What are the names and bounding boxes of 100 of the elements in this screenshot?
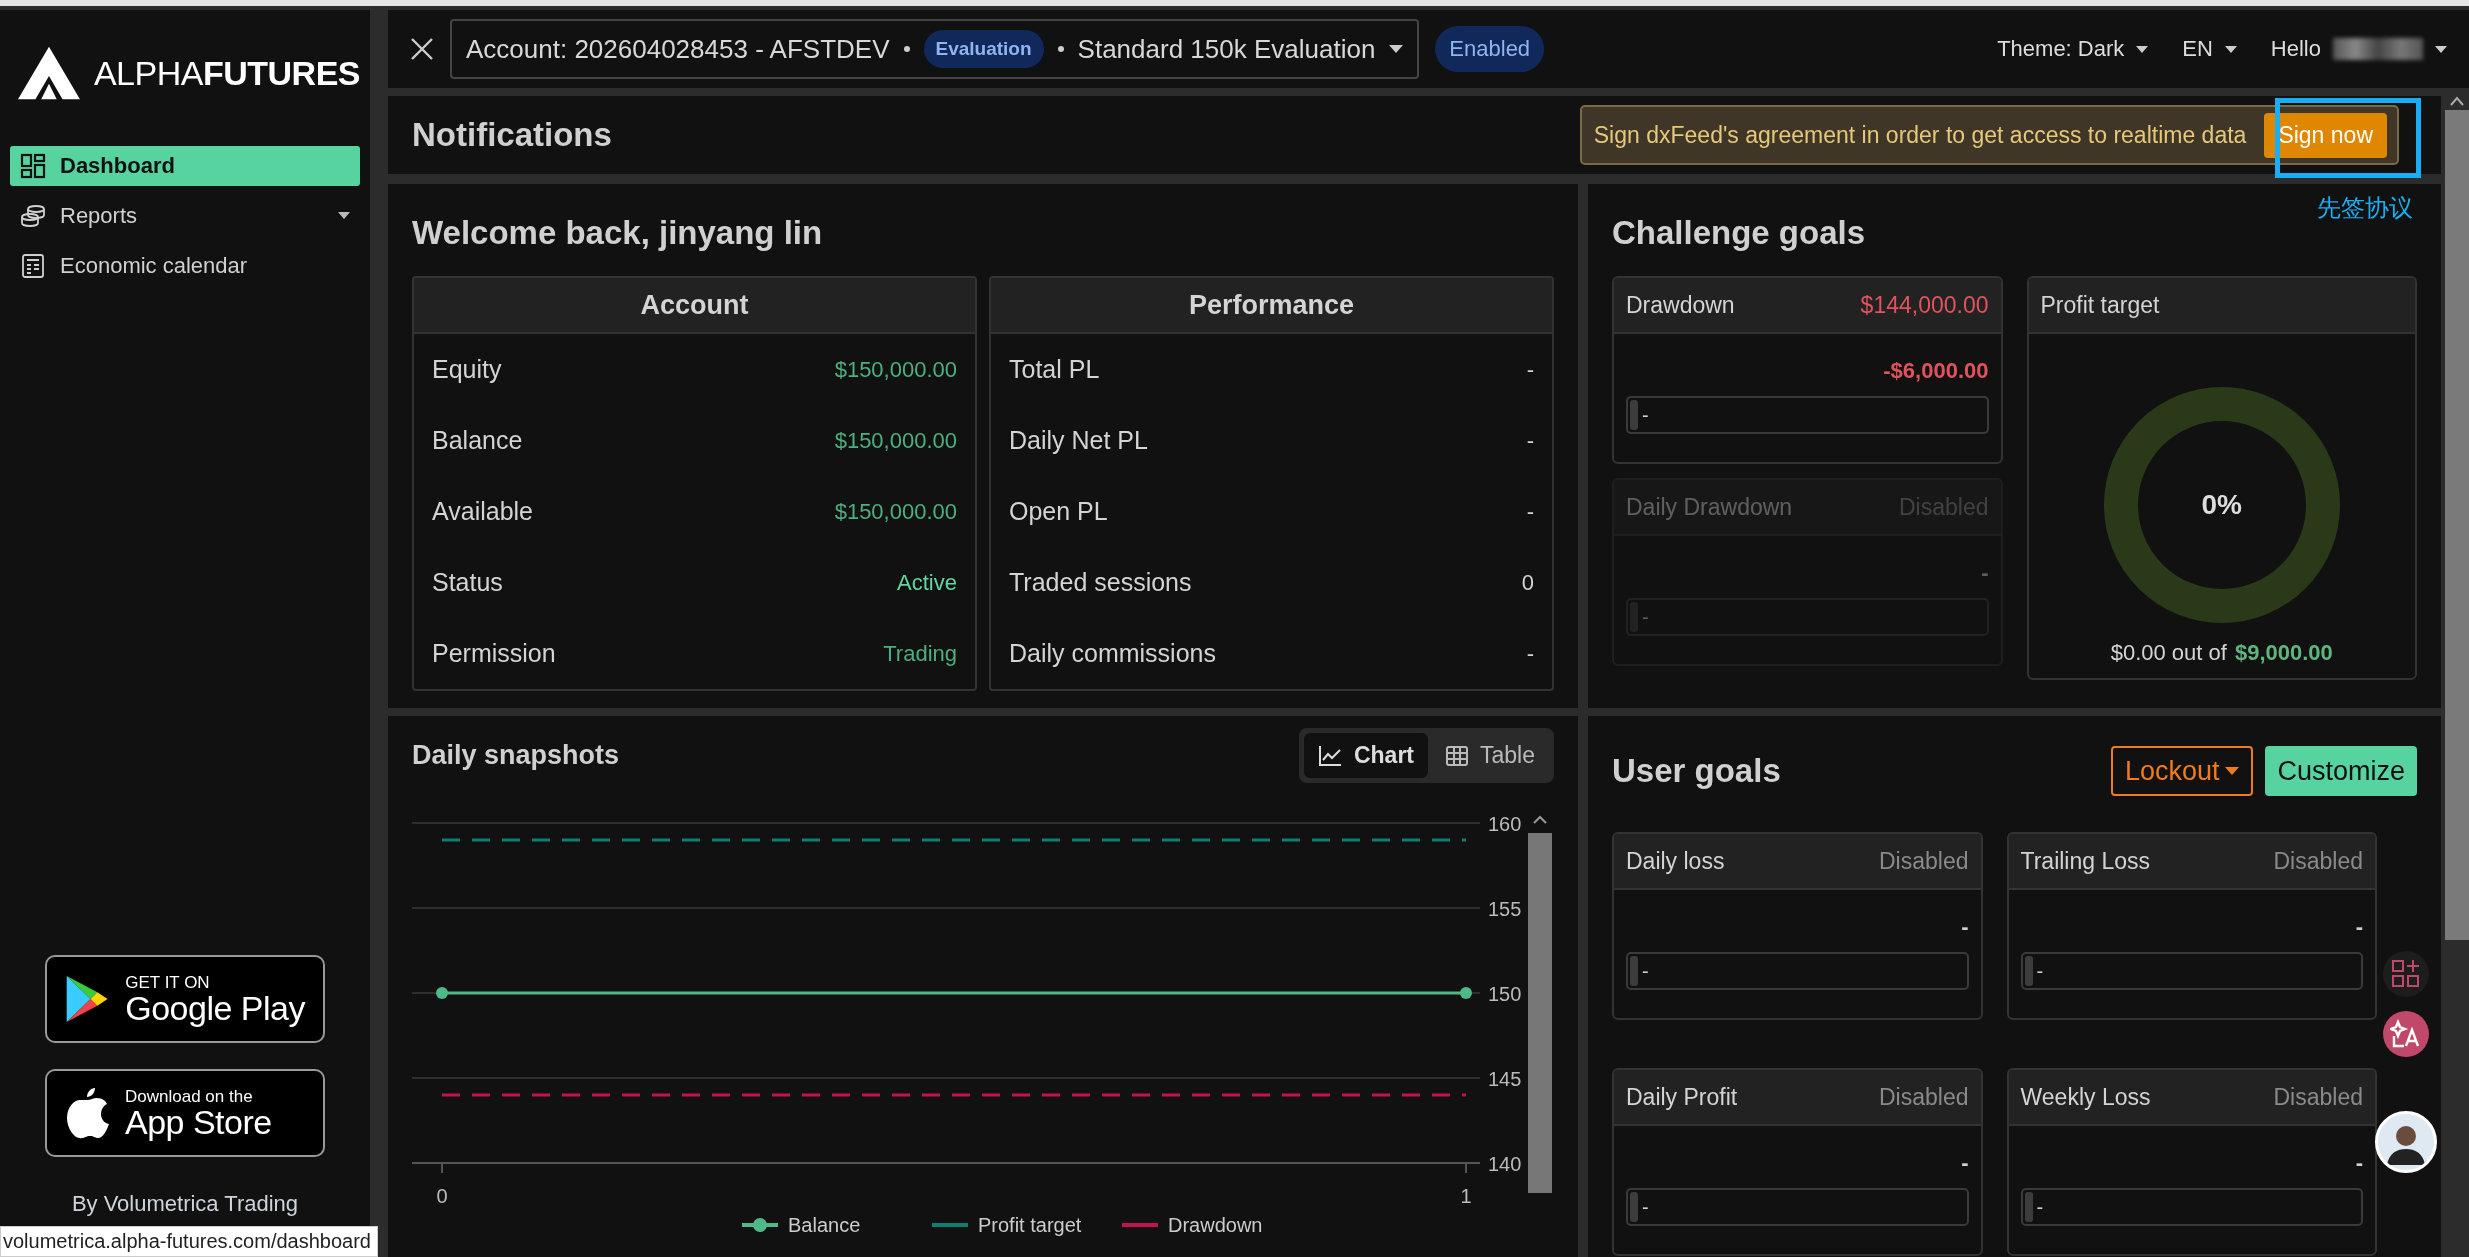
alert-message: Sign dxFeed's agreement in order to get access to realtime data [1593,121,2247,149]
row-value: - [1526,498,1534,525]
sidebar-item[interactable]: Reports [10,196,360,236]
caret-icon [338,212,350,220]
goal-name: Daily loss [1626,847,1725,875]
goal-status: Disabled [1879,1083,1969,1111]
store-caption: Download on the [125,1087,254,1105]
x-tick-label: 0 [436,1185,448,1207]
row-label: Equity [432,355,502,384]
apple-icon [65,1086,109,1140]
line-chart-icon [1317,744,1342,767]
data-point [1460,987,1472,999]
row-label: Permission [432,639,556,668]
row-label: Open PL [1009,497,1108,526]
caret-icon [2224,45,2237,53]
goal-name: Drawdown [1626,291,1735,319]
account-type-badge: Evaluation [923,30,1044,68]
dropdown-menu[interactable]: EN [2182,36,2237,62]
progress-text: - [2036,1195,2044,1219]
goal-value: -$6,000.00 [1883,358,1989,384]
row-label: Daily Net PL [1009,426,1148,455]
dropdown-menu[interactable]: Theme: Dark [1997,36,2149,62]
row-value: Trading [883,640,957,667]
scroll-up-icon[interactable] [2450,96,2464,106]
goal-status: Disabled [1879,847,1969,875]
sidebar-item[interactable]: Economic calendar [10,246,360,286]
goal-name: Weekly Loss [2020,1083,2151,1111]
translate-button[interactable] [2383,1011,2429,1057]
store-name: Google Play [125,990,305,1025]
separator-dot [1057,46,1064,52]
row-value: - [1526,356,1534,383]
scrollbar-thumb[interactable] [2445,110,2469,940]
card-title: Profit target [2040,291,2160,319]
legend-label: Balance [788,1214,861,1236]
goal-status: Disabled [2273,847,2363,875]
y-tick-label: 155 [1488,898,1522,920]
customize-button[interactable]: Customize [2265,746,2417,796]
row-label: Balance [432,426,523,455]
close-icon[interactable] [410,37,434,61]
store-name: App Store [125,1104,272,1139]
scroll-up-icon[interactable] [1533,815,1547,824]
target-amount: $9,000.00 [2234,640,2333,666]
annotation-text: 先签协议 [2317,193,2413,223]
caret-icon [1389,45,1404,53]
row-label: Status [432,568,503,597]
legend-label: Profit target [978,1214,1082,1236]
app-store-badge[interactable]: Download on the App Store [45,1069,325,1157]
status-badge: Enabled [1435,26,1545,72]
progress-text: - [1642,605,1649,629]
table-header: Account [414,278,975,334]
dropdown-menu[interactable]: Hello [2270,36,2447,62]
progress-text: - [2036,959,2044,983]
current-amount: $0.00 out of [2110,640,2227,666]
apps-sparkle-button[interactable] [2383,951,2429,997]
legend-item: Balance [742,1214,861,1236]
apps-icon [2391,959,2421,989]
caret-icon [2225,767,2240,775]
panel-title: Welcome back, jinyang lin [412,214,824,252]
logo-text: ALPHAFUTURES [93,53,360,93]
goal-name: Daily Drawdown [1626,493,1793,521]
chart-scrollbar[interactable] [1528,833,1552,1193]
panel-title: Daily snapshots [412,740,620,771]
row-value: $150,000.00 [834,356,957,383]
plan-label: Standard 150k Evaluation [1077,33,1376,65]
x-tick-label: 1 [1460,1185,1472,1207]
caret-icon [2136,45,2149,53]
sidebar-item[interactable]: Dashboard [10,146,360,186]
view-tab[interactable]: Chart [1303,733,1428,778]
calendar-icon [20,253,46,279]
progress-text: - [1642,959,1649,983]
goal-status: $144,000.00 [1860,291,1989,319]
table-header: Performance [991,278,1552,334]
y-tick-label: 150 [1488,983,1522,1005]
percent-label: 0% [2201,489,2242,521]
lockout-dropdown[interactable]: Lockout [2110,746,2254,796]
caret-icon [2435,45,2447,53]
goal-name: Daily Profit [1626,1083,1738,1111]
account-label: Account: 202604028453 - AFSTDEV [466,33,890,65]
separator-dot [903,46,910,52]
google-play-badge[interactable]: GET IT ON Google Play [45,955,325,1043]
row-label: Traded sessions [1009,568,1192,597]
data-point [436,987,448,999]
panel-title: User goals [1612,752,1781,790]
row-value: - [1526,640,1534,667]
row-label: Total PL [1009,355,1100,384]
goal-status: Disabled [2273,1083,2363,1111]
logo-icon [18,46,80,100]
view-tab[interactable]: Table [1432,733,1549,778]
row-value: - [1526,427,1534,454]
y-tick-label: 145 [1488,1068,1522,1090]
y-tick-label: 140 [1488,1153,1522,1175]
legend-label: Drawdown [1168,1214,1263,1236]
legend-item: Profit target [932,1214,1082,1236]
credit-text: By Volumetrica Trading [70,1191,300,1217]
goal-value: - [1981,560,1989,586]
translate-icon [2390,1018,2422,1050]
goal-value: - [2355,914,2363,940]
row-value: 0 [1521,569,1534,596]
account-selector[interactable]: Account: 202604028453 - AFSTDEV Evaluation Standard 150k Evaluation [450,19,1420,79]
row-value: $150,000.00 [834,498,957,525]
